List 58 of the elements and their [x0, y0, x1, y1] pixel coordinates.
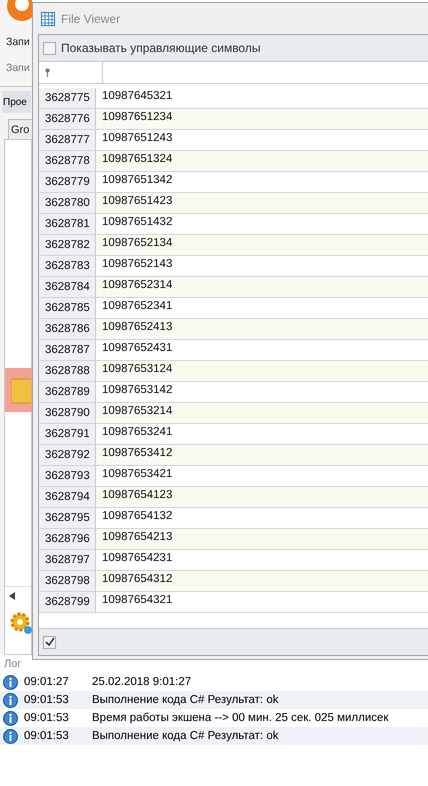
log-message: 25.02.2018 9:01:27: [92, 676, 192, 688]
row-header: 3628791: [39, 424, 96, 444]
log-message: Выполнение кода C# Результат: ok: [92, 730, 278, 742]
table-cell: 10987652413: [96, 319, 428, 339]
grid-icon: [41, 12, 55, 26]
row-header: 3628799: [39, 592, 96, 612]
table-cell: 10987651423: [96, 193, 428, 213]
row-header: 3628785: [39, 298, 96, 318]
row-header: 3628798: [39, 571, 96, 591]
log-message: Выполнение кода C# Результат: ok: [92, 694, 278, 706]
row-header: 3628796: [39, 529, 96, 549]
row-header: 3628789: [39, 382, 96, 402]
checkbox[interactable]: [43, 42, 56, 54]
ribbon-button[interactable]: Запи: [6, 36, 30, 48]
row-header: 3628784: [39, 277, 96, 297]
row-header: 3628787: [39, 340, 96, 360]
row-header: 3628793: [39, 466, 96, 486]
row-header: 3628783: [39, 256, 96, 276]
row-header: 3628797: [39, 550, 96, 570]
row-header: 3628775: [39, 88, 96, 108]
row-header: 3628795: [39, 508, 96, 528]
log-time: 09:01:27: [24, 676, 70, 688]
row-header: 3628794: [39, 487, 96, 507]
checkbox-label: Показывать управляющие символы: [61, 41, 260, 55]
row-header: 3628790: [39, 403, 96, 423]
row-header: 3628777: [39, 130, 96, 150]
row-header: 3628792: [39, 445, 96, 465]
table-cell: 10987654123: [96, 487, 428, 507]
log-time: 09:01:53: [24, 712, 70, 724]
log-time: 09:01:53: [24, 694, 70, 706]
row-header: 3628776: [39, 109, 96, 129]
row-header: 3628788: [39, 361, 96, 381]
table-cell: 10987651324: [96, 151, 428, 171]
row-header: 3628781: [39, 214, 96, 234]
window-title: File Viewer: [61, 12, 120, 26]
table-cell: 10987651234: [96, 109, 428, 129]
table-cell: 10987653214: [96, 403, 428, 423]
log-message: Время работы экшена --> 00 мин. 25 сек. 025 миллисек: [92, 712, 388, 724]
row-header: 3628779: [39, 172, 96, 192]
table-cell: 10987653124: [96, 361, 428, 381]
log-time: 09:01:53: [24, 730, 70, 742]
checkbox[interactable]: [43, 636, 56, 648]
table-cell: 10987653412: [96, 445, 428, 465]
info-icon: [3, 728, 18, 744]
row-header: 3628786: [39, 319, 96, 339]
row-header: 3628780: [39, 193, 96, 213]
scroll-left-icon[interactable]: [9, 592, 15, 600]
ribbon-group-label: Запи: [6, 62, 30, 74]
key-icon: [45, 68, 50, 77]
sub-tab[interactable]: Gro: [8, 119, 32, 139]
log-title: Лог: [3, 657, 22, 672]
row-header: 3628782: [39, 235, 96, 255]
panel-tab[interactable]: Прое: [2, 91, 31, 113]
table-cell: 10987654312: [96, 571, 428, 591]
table-cell: 10987652134: [96, 235, 428, 255]
row-header: 3628778: [39, 151, 96, 171]
table-cell: 10987654213: [96, 529, 428, 549]
table-cell: 10987652314: [96, 277, 428, 297]
